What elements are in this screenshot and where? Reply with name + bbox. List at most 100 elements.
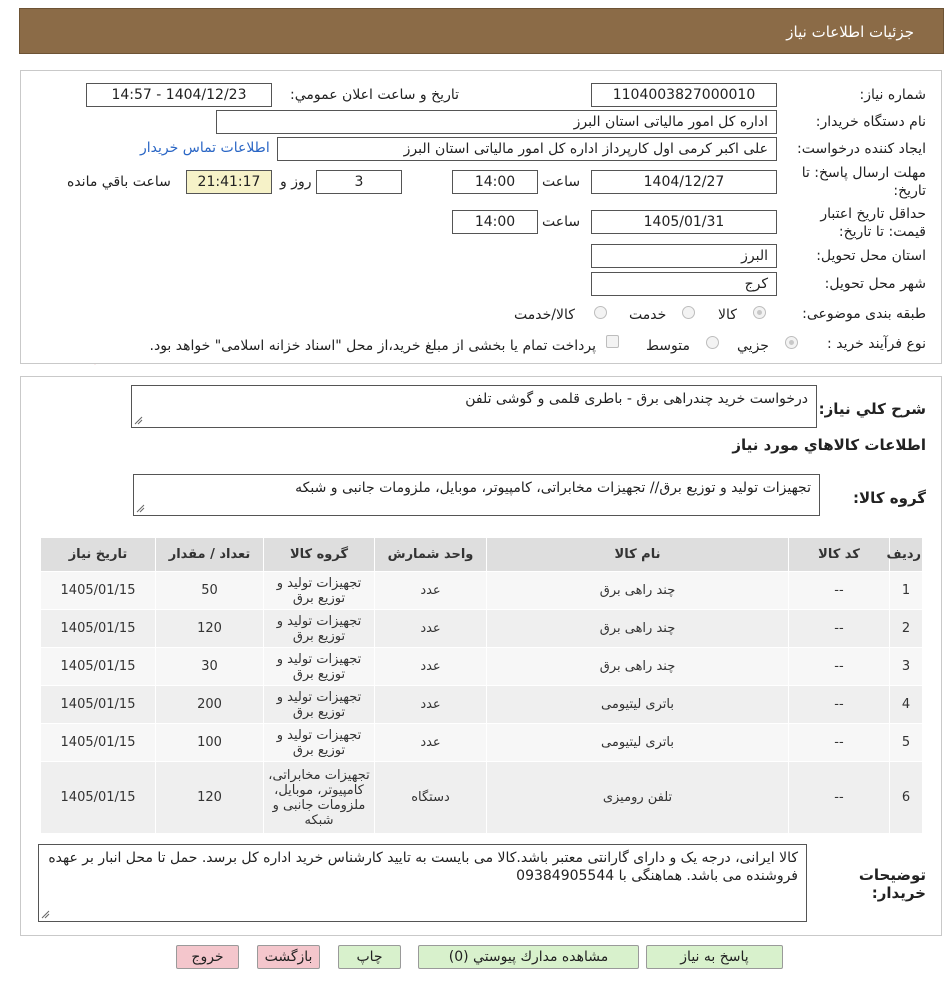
resize-grip-icon [41, 910, 50, 919]
buyer-notes-label-2: خریدار: [871, 884, 926, 902]
buyer-notes-label: توضیحات [858, 866, 926, 884]
treasury-checkbox[interactable] [606, 335, 619, 348]
table-row: 6 -- تلفن رومیزی دستگاه تجهیزات مخابراتی… [40, 761, 923, 834]
resize-grip-icon [134, 416, 143, 425]
cell-unit: عدد [374, 609, 487, 648]
goods-group-text: تجهیزات تولید و توزیع برق// تجهیزات مخاب… [295, 480, 811, 496]
reply-time-field: 14:00 [452, 170, 538, 194]
cell-date: 1405/01/15 [40, 571, 156, 610]
creator-label: ایجاد کننده درخواست: [797, 141, 926, 157]
cell-quantity: 200 [155, 685, 264, 724]
cell-group: تجهیزات تولید و توزیع برق [263, 571, 375, 610]
description-text: درخواست خرید چندراهی برق - باطری قلمی و … [465, 391, 808, 407]
back-button[interactable]: بازگشت [257, 945, 320, 969]
exit-button[interactable]: خروج [176, 945, 239, 969]
cell-row-number: 2 [889, 609, 923, 648]
process-label: نوع فرآیند خرید : [827, 336, 926, 352]
col-header-row-number: ردیف [886, 537, 923, 572]
cell-name: چند راهی برق [486, 571, 789, 610]
treasury-note: پرداخت تمام یا بخشی از مبلغ خرید،از محل … [149, 338, 596, 354]
process-medium-radio[interactable] [706, 336, 719, 349]
goods-table: ردیف کد کالا نام کالا واحد شمارش گروه کا… [40, 537, 923, 834]
table-row: 2 -- چند راهی برق عدد تجهیزات تولید و تو… [40, 609, 923, 648]
buyer-org-field: اداره کل امور مالیاتی استان البرز [216, 110, 777, 134]
col-header-name: نام کالا [486, 537, 789, 572]
cell-quantity: 30 [155, 647, 264, 686]
goods-info-title: اطلاعات کالاهاي مورد نیاز [732, 436, 926, 454]
cell-row-number: 1 [889, 571, 923, 610]
announce-label: تاریخ و ساعت اعلان عمومي: [290, 87, 459, 103]
table-header-row: ردیف کد کالا نام کالا واحد شمارش گروه کا… [40, 537, 923, 572]
cell-row-number: 6 [889, 761, 923, 834]
cell-date: 1405/01/15 [40, 723, 156, 762]
cell-code: -- [788, 685, 890, 724]
reply-time-label: ساعت [542, 174, 581, 190]
cell-date: 1405/01/15 [40, 761, 156, 834]
col-header-quantity: تعداد / مقدار [155, 537, 264, 572]
col-header-code: کد کالا [788, 537, 890, 572]
cell-row-number: 3 [889, 647, 923, 686]
category-goods-service-label: کالا/خدمت [514, 307, 575, 323]
process-minor-radio[interactable] [785, 336, 798, 349]
cell-group: تجهیزات تولید و توزیع برق [263, 647, 375, 686]
cell-date: 1405/01/15 [40, 685, 156, 724]
cell-unit: دستگاه [374, 761, 487, 834]
price-validity-label: حداقل تاریخ اعتبار [820, 206, 926, 222]
cell-code: -- [788, 647, 890, 686]
category-goods-service-radio[interactable] [594, 306, 607, 319]
cell-unit: عدد [374, 571, 487, 610]
reply-button[interactable]: پاسخ به نیاز [646, 945, 783, 969]
category-label: طبقه بندی موضوعی: [802, 306, 926, 322]
cell-name: باتری لیتیومی [486, 723, 789, 762]
days-field: 3 [316, 170, 402, 194]
cell-quantity: 100 [155, 723, 264, 762]
province-field: البرز [591, 244, 777, 268]
days-label: روز و [280, 174, 312, 190]
reply-deadline-label-2: تاریخ: [893, 183, 926, 199]
col-header-unit: واحد شمارش [374, 537, 487, 572]
city-field: کرج [591, 272, 777, 296]
category-service-radio[interactable] [682, 306, 695, 319]
col-header-group: گروه کالا [263, 537, 375, 572]
cell-code: -- [788, 609, 890, 648]
category-goods-radio[interactable] [753, 306, 766, 319]
need-number-label: شماره نیاز: [859, 87, 927, 103]
table-row: 4 -- باتری لیتیومی عدد تجهیزات تولید و ت… [40, 685, 923, 724]
validity-time-field: 14:00 [452, 210, 538, 234]
cell-name: چند راهی برق [486, 609, 789, 648]
reply-deadline-label: مهلت ارسال پاسخ: تا [801, 165, 926, 181]
goods-group-field: تجهیزات تولید و توزیع برق// تجهیزات مخاب… [133, 474, 820, 516]
table-row: 1 -- چند راهی برق عدد تجهیزات تولید و تو… [40, 571, 923, 610]
creator-field: علی اکبر کرمی اول کارپرداز اداره کل امور… [277, 137, 777, 161]
buyer-org-label: نام دستگاه خریدار: [815, 114, 926, 130]
cell-unit: عدد [374, 685, 487, 724]
cell-unit: عدد [374, 723, 487, 762]
buyer-contact-link[interactable]: اطلاعات تماس خریدار [140, 140, 270, 156]
cell-quantity: 120 [155, 609, 264, 648]
cell-quantity: 120 [155, 761, 264, 834]
need-number-field: 1104003827000010 [591, 83, 777, 107]
process-minor-label: جزیي [737, 338, 769, 354]
resize-grip-icon [136, 504, 145, 513]
view-attachments-button[interactable]: مشاهده مدارك پيوستي (0) [418, 945, 639, 969]
col-header-date: تاریخ نیاز [40, 537, 156, 572]
buyer-notes-field: کالا ایرانی، درجه یک و دارای گارانتی معت… [38, 844, 807, 922]
cell-row-number: 4 [889, 685, 923, 724]
price-validity-label-2: قیمت: تا تاریخ: [838, 224, 926, 240]
buyer-notes-text: کالا ایرانی، درجه یک و دارای گارانتی معت… [48, 850, 798, 884]
cell-code: -- [788, 723, 890, 762]
print-button[interactable]: چاپ [338, 945, 401, 969]
cell-group: تجهیزات تولید و توزیع برق [263, 609, 375, 648]
goods-group-label: گروه کالا: [853, 489, 926, 507]
category-goods-label: کالا [718, 307, 737, 323]
cell-date: 1405/01/15 [40, 609, 156, 648]
category-service-label: خدمت [629, 307, 667, 323]
announce-field: 1404/12/23 - 14:57 [86, 83, 272, 107]
reply-date-field: 1404/12/27 [591, 170, 777, 194]
cell-name: باتری لیتیومی [486, 685, 789, 724]
cell-name: چند راهی برق [486, 647, 789, 686]
cell-code: -- [788, 571, 890, 610]
cell-group: تجهیزات مخابراتی، کامپیوتر، موبایل، ملزو… [263, 761, 375, 834]
cell-row-number: 5 [889, 723, 923, 762]
table-row: 3 -- چند راهی برق عدد تجهیزات تولید و تو… [40, 647, 923, 686]
